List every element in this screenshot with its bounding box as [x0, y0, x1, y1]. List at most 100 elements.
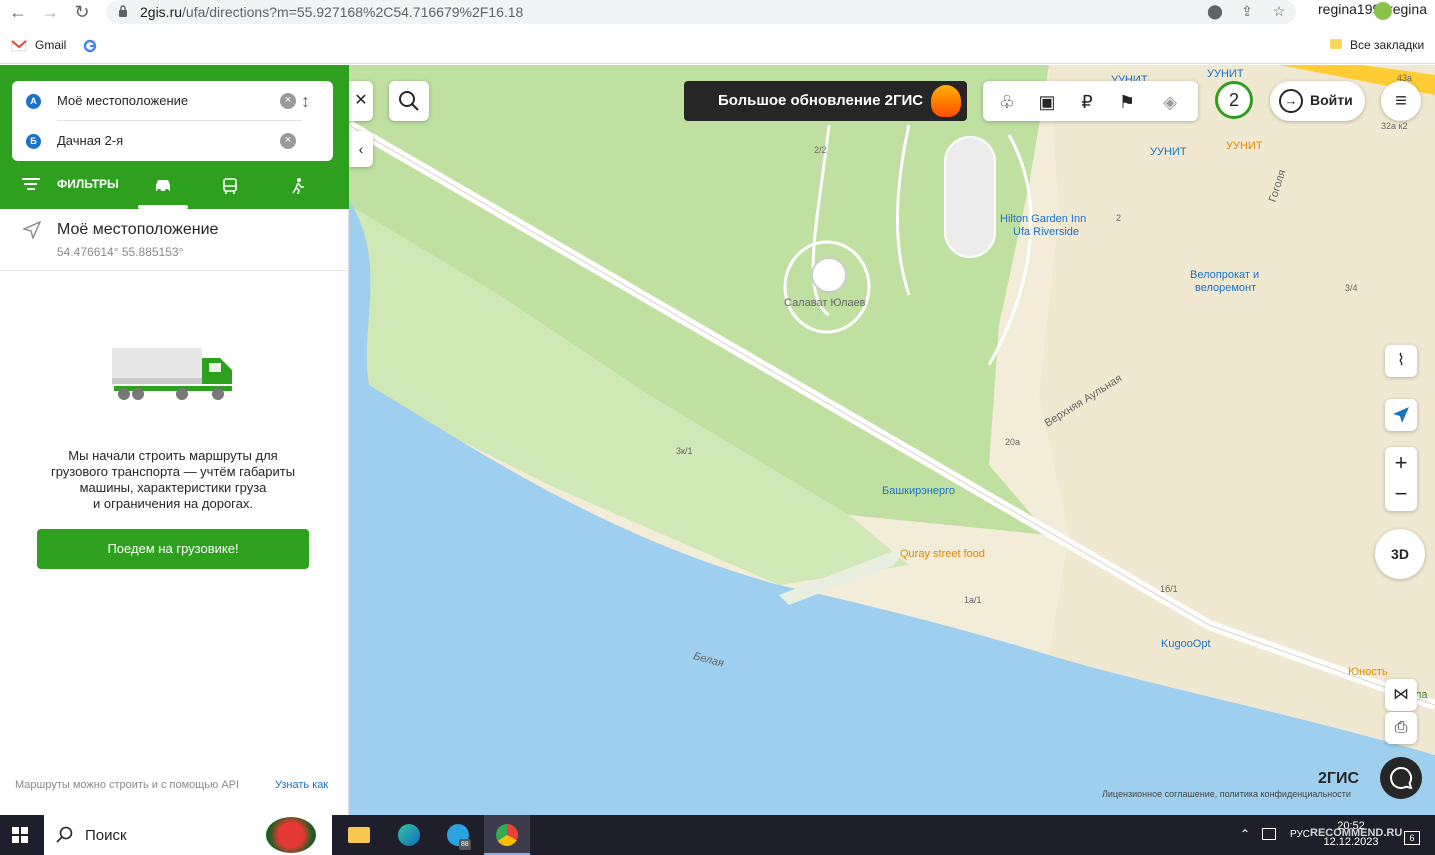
- share-icon[interactable]: ⋈: [1385, 679, 1417, 711]
- map-label-salavat[interactable]: Салават Юлаев: [784, 297, 866, 309]
- point-b-badge: Б: [26, 134, 41, 149]
- explorer-app[interactable]: [336, 815, 382, 855]
- api-link[interactable]: Узнать как: [275, 779, 328, 791]
- search-icon: [56, 826, 73, 843]
- map-label-n2: 2: [1116, 213, 1122, 223]
- map[interactable]: Салават Юлаев Hilton Garden Inn Ufa Rive…: [349, 65, 1435, 815]
- share-icon[interactable]: ⇪: [1238, 3, 1256, 21]
- navigation-arrow-icon: [23, 221, 41, 239]
- map-canvas[interactable]: [349, 65, 1435, 815]
- map-label-n1a1: 1а/1: [964, 595, 982, 605]
- print-icon[interactable]: ⎙: [1385, 712, 1417, 744]
- geolocation-icon: [1393, 407, 1409, 423]
- map-label-kugoo[interactable]: KugooOpt: [1161, 638, 1211, 650]
- poinsettia-icon: [266, 817, 316, 853]
- transport-icon[interactable]: ▣: [1035, 91, 1059, 113]
- location-title: Моё местоположение: [57, 221, 219, 238]
- address-bar[interactable]: 2gis.ru/ufa/directions?m=55.927168%2C54.…: [106, 0, 1296, 24]
- food-icon[interactable]: ♧: [995, 91, 1019, 113]
- my-location-button[interactable]: [1385, 399, 1417, 431]
- menu-icon[interactable]: ≡: [1381, 81, 1421, 121]
- star-icon[interactable]: ☆: [1270, 3, 1288, 21]
- reload-icon[interactable]: ↻: [72, 2, 92, 22]
- 3d-button[interactable]: 3D: [1375, 529, 1425, 579]
- monument-icon[interactable]: [811, 257, 847, 293]
- notifications-icon[interactable]: 6: [1404, 831, 1420, 845]
- car-icon[interactable]: [153, 178, 173, 194]
- search-icon: [399, 91, 419, 111]
- truck-route-button[interactable]: Поедем на грузовике!: [37, 529, 309, 569]
- tray-chevron-icon[interactable]: ⌃: [1240, 827, 1250, 841]
- login-button[interactable]: → Войти: [1270, 81, 1365, 121]
- login-icon: →: [1279, 89, 1303, 113]
- profile-name[interactable]: regina1992regina: [1318, 1, 1427, 17]
- map-label-velo2[interactable]: велоремонт: [1195, 282, 1256, 294]
- language-indicator[interactable]: РУС: [1290, 829, 1310, 840]
- route-inputs: А Моё местоположение × Б Дачная 2-я ×: [12, 81, 333, 161]
- url-host: 2gis.ru: [140, 4, 183, 20]
- map-label-n20a: 20а: [1005, 437, 1021, 447]
- google-icon[interactable]: [83, 39, 97, 53]
- folder-icon: [1330, 39, 1342, 49]
- search-button[interactable]: [389, 81, 429, 121]
- point-a-input[interactable]: Моё местоположение: [57, 93, 188, 108]
- map-label-velo1[interactable]: Велопрокат и: [1190, 269, 1259, 281]
- map-label-bashkir[interactable]: Башкирэнерго: [882, 485, 955, 497]
- telegram-app[interactable]: 88: [436, 815, 482, 855]
- clear-a-icon[interactable]: ×: [280, 93, 296, 109]
- route-header: А Моё местоположение × Б Дачная 2-я × ↕ …: [0, 65, 349, 209]
- zoom-in-button[interactable]: +: [1385, 447, 1417, 479]
- network-icon[interactable]: [1262, 828, 1276, 840]
- map-label-n34: 3/4: [1345, 283, 1358, 293]
- location-pin-icon[interactable]: ⬤: [1206, 3, 1224, 21]
- edge-app[interactable]: [386, 815, 432, 855]
- folder-icon: [348, 827, 370, 843]
- windows-start-icon[interactable]: [12, 827, 28, 843]
- map-label-n1b1: 1б/1: [1160, 584, 1178, 594]
- forward-icon[interactable]: →: [40, 2, 60, 22]
- clock[interactable]: 20:52 12.12.2023: [1323, 818, 1379, 850]
- chrome-app[interactable]: [484, 815, 530, 855]
- chat-icon: [1390, 766, 1413, 790]
- ruble-icon[interactable]: ₽: [1075, 91, 1099, 113]
- walk-icon[interactable]: [290, 177, 306, 195]
- map-label-uunit4[interactable]: УУНИТ: [1226, 140, 1263, 152]
- ruler-icon[interactable]: ⌇: [1385, 345, 1417, 377]
- swap-icon[interactable]: ↕: [301, 91, 310, 112]
- url-path: /ufa/directions?m=55.927168%2C54.716679%…: [182, 4, 524, 20]
- bookmark-gmail[interactable]: Gmail: [35, 38, 66, 52]
- license-link[interactable]: Лицензионное соглашение, политика конфид…: [1102, 789, 1351, 799]
- map-label-hilton1[interactable]: Hilton Garden Inn: [1000, 213, 1086, 225]
- bookmark-all[interactable]: Все закладки: [1350, 38, 1424, 52]
- taskbar-search[interactable]: Поиск: [44, 815, 332, 855]
- truck-info-text: Мы начали строить маршруты для грузового…: [50, 448, 296, 511]
- chat-button[interactable]: [1380, 757, 1422, 799]
- point-b-input[interactable]: Дачная 2-я: [57, 133, 123, 148]
- close-panel-icon[interactable]: ✕: [349, 81, 373, 121]
- avatar[interactable]: [1374, 2, 1392, 20]
- browser-chrome: ← → ↻ 2gis.ru/ufa/directions?m=55.927168…: [0, 0, 1435, 64]
- map-label-uunit3[interactable]: УУНИТ: [1150, 146, 1187, 158]
- taskbar-search-text: Поиск: [85, 827, 127, 844]
- 2gis-logo: 2ГИС: [1318, 770, 1360, 787]
- clear-b-icon[interactable]: ×: [280, 133, 296, 149]
- filters-button[interactable]: ФИЛЬТРЫ: [57, 177, 119, 191]
- back-icon[interactable]: ←: [8, 2, 28, 22]
- bus-icon[interactable]: [221, 177, 239, 195]
- map-label-n3k1: 3к/1: [676, 446, 693, 456]
- layers-icon[interactable]: ◈: [1158, 91, 1182, 113]
- bookmarks-bar: Gmail Все закладки: [0, 34, 1435, 58]
- map-label-uunit1[interactable]: УУНИТ: [1207, 68, 1244, 80]
- banner-text: Большое обновление 2ГИС: [718, 92, 924, 109]
- point-a-badge: А: [26, 94, 41, 109]
- map-label-yunost[interactable]: Юность: [1348, 666, 1388, 678]
- map-label-quray[interactable]: Quray street food: [900, 548, 985, 560]
- filter-icon[interactable]: [22, 178, 40, 190]
- map-label-hilton2[interactable]: Ufa Riverside: [1013, 226, 1079, 238]
- update-banner[interactable]: Большое обновление 2ГИС: [684, 81, 967, 121]
- my-location-row[interactable]: Моё местоположение 54.476614° 55.885153°: [0, 209, 349, 271]
- notification-counter[interactable]: 2: [1215, 81, 1253, 119]
- zoom-out-button[interactable]: −: [1385, 479, 1417, 511]
- signpost-icon[interactable]: ⚑: [1115, 91, 1139, 113]
- collapse-panel-icon[interactable]: ‹: [349, 131, 373, 167]
